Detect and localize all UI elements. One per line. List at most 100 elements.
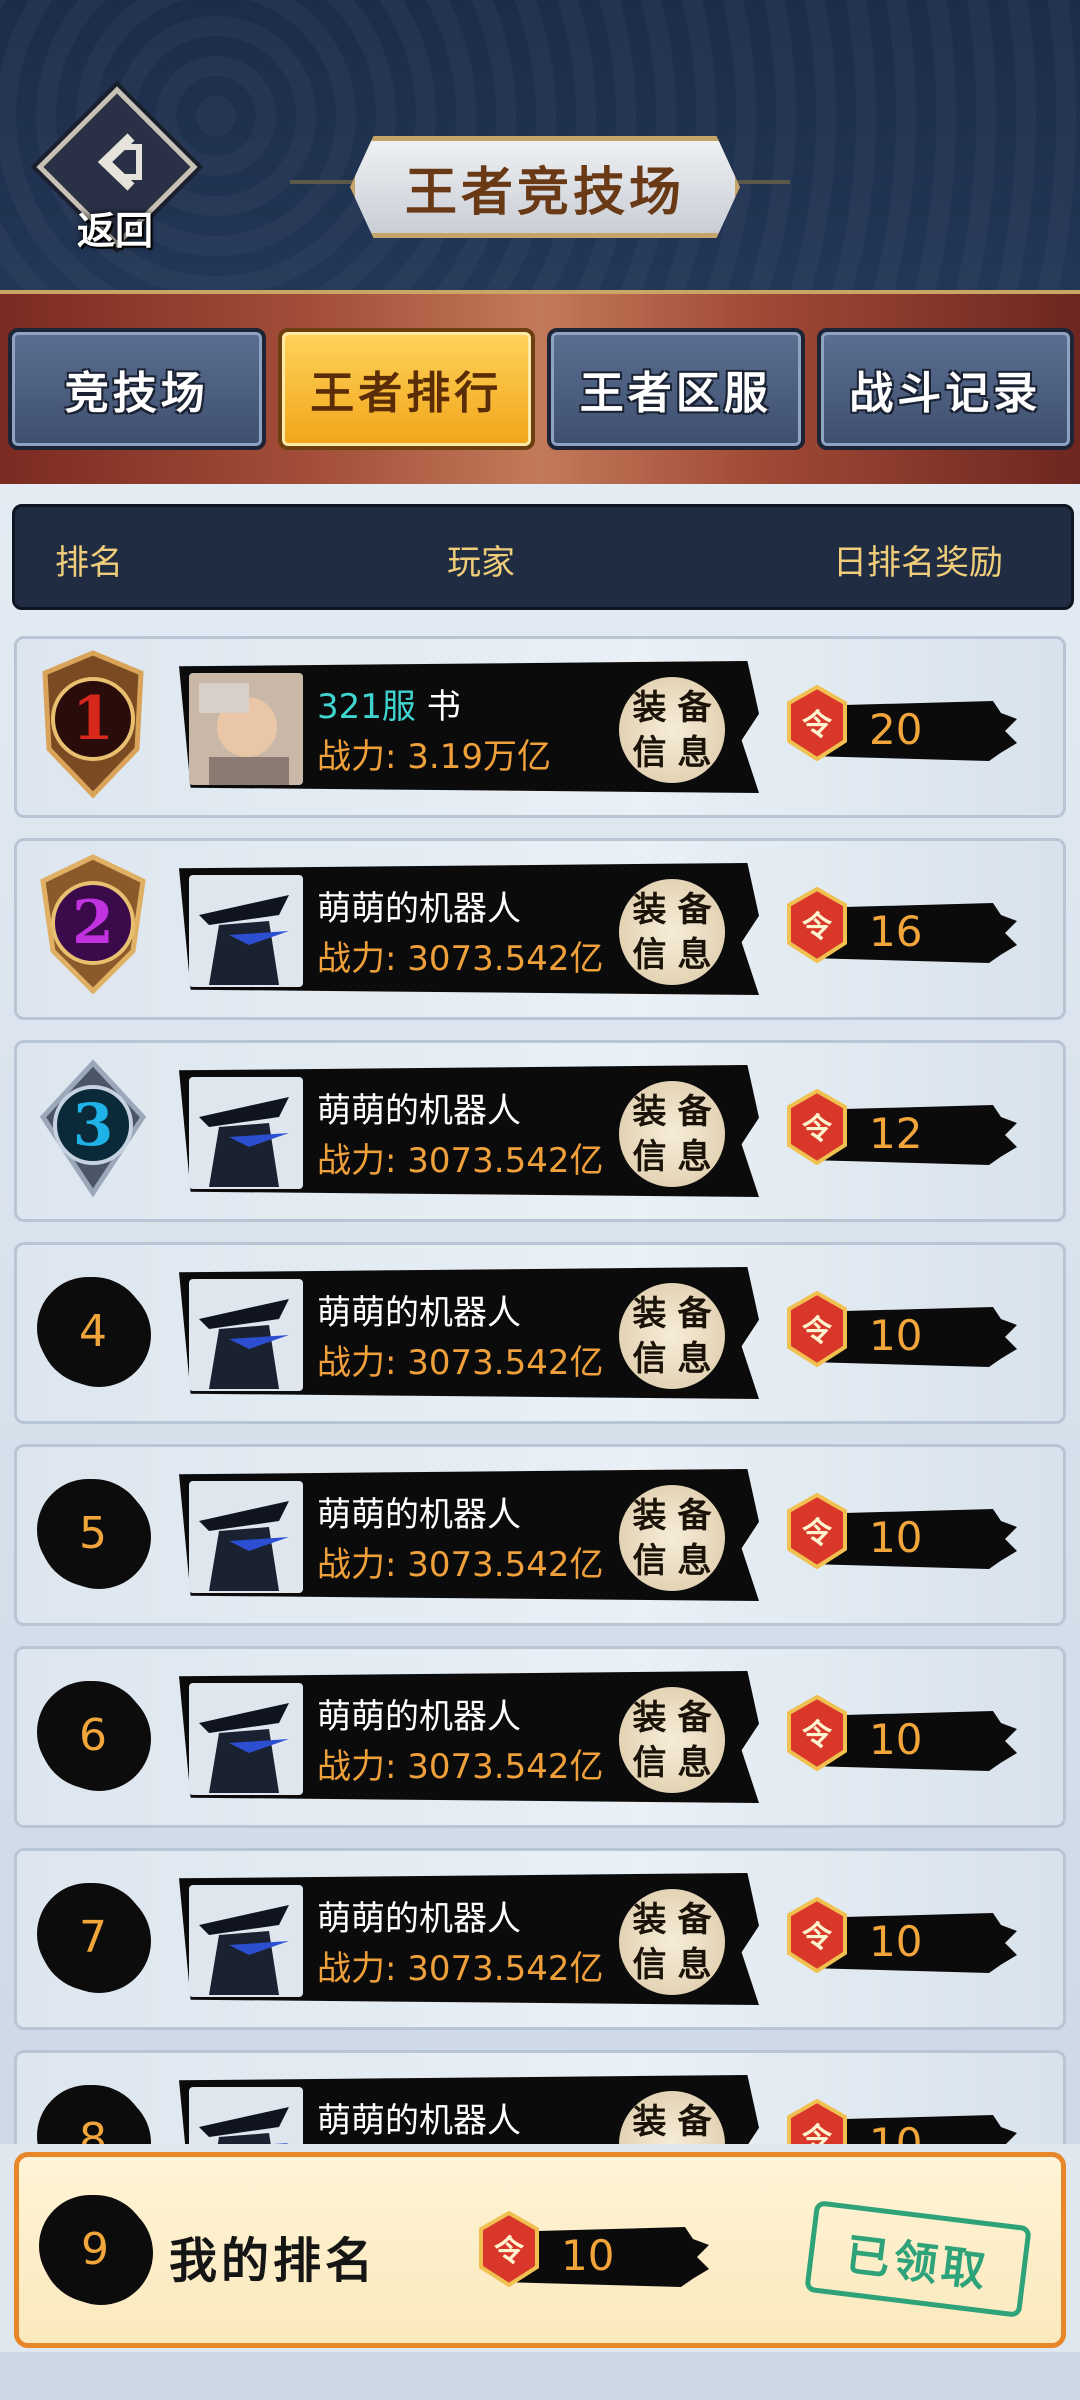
ranking-row[interactable]: 7 萌萌的机器人 战力: 3073.542亿 装备信息 令 10 — [14, 1848, 1066, 2030]
equip-char: 息 — [677, 732, 712, 773]
daily-reward: 令 20 — [777, 675, 1037, 785]
equip-char: 信 — [632, 732, 667, 773]
tab-battle-records[interactable]: 战斗记录 — [816, 328, 1074, 450]
equip-char: 备 — [677, 1697, 712, 1738]
equipment-info-button[interactable]: 装备信息 — [619, 1081, 725, 1187]
tab-king-ranking[interactable]: 王者排行 — [277, 328, 535, 450]
ranking-row[interactable]: 2 萌萌的机器人 战力: 3073.542亿 装备信息 令 16 — [14, 838, 1066, 1020]
avatar[interactable] — [189, 1481, 303, 1593]
player-nickname: 书 — [426, 687, 461, 727]
svg-text:令: 令 — [802, 708, 833, 743]
player-power: 战力: 3.19万亿 — [317, 737, 551, 777]
rank-number: 5 — [39, 1479, 147, 1587]
player-name: 321服 书 — [317, 679, 461, 728]
equip-char: 备 — [677, 1091, 712, 1132]
equip-char: 息 — [677, 1540, 712, 1581]
token-icon: 令 — [785, 1694, 849, 1773]
equip-char: 装 — [632, 2101, 667, 2142]
avatar[interactable] — [189, 1885, 303, 1997]
player-power: 战力: 3073.542亿 — [317, 1343, 604, 1383]
token-icon: 令 — [785, 2098, 849, 2144]
player-name: 萌萌的机器人 — [317, 1697, 521, 1737]
equip-char: 备 — [677, 889, 712, 930]
silver-medal-icon: 2 — [33, 851, 153, 1001]
column-reward: 日排名奖励 — [833, 543, 1003, 583]
player-name: 萌萌的机器人 — [317, 2101, 521, 2141]
player-power: 战力: 3073.542亿 — [317, 1747, 604, 1787]
daily-reward: 令 10 — [777, 1483, 1037, 1593]
rank-number: 8 — [39, 2085, 147, 2144]
ranking-row[interactable]: 1 321服 书 战力: 3.19万亿 装备信息 令 20 — [14, 636, 1066, 818]
equipment-info-button[interactable]: 装备信息 — [619, 1889, 725, 1995]
equip-char: 信 — [632, 1338, 667, 1379]
equipment-info-button[interactable]: 装备信息 — [619, 879, 725, 985]
player-power: 战力: 3073.542亿 — [317, 939, 604, 979]
avatar[interactable] — [189, 673, 303, 785]
equip-char: 信 — [632, 1742, 667, 1783]
avatar[interactable] — [189, 1077, 303, 1189]
ranking-row[interactable]: 5 萌萌的机器人 战力: 3073.542亿 装备信息 令 10 — [14, 1444, 1066, 1626]
back-button[interactable]: 返回 — [36, 86, 198, 254]
back-arrow-icon — [78, 122, 158, 202]
banner-left-line — [290, 180, 360, 184]
reward-amount: 20 — [869, 705, 923, 754]
svg-text:令: 令 — [802, 2122, 833, 2144]
player-power: 战力: 3073.542亿 — [317, 1545, 604, 1585]
ranking-row[interactable]: 4 萌萌的机器人 战力: 3073.542亿 装备信息 令 10 — [14, 1242, 1066, 1424]
equip-char: 装 — [632, 1697, 667, 1738]
reward-amount: 10 — [869, 1917, 923, 1966]
avatar[interactable] — [189, 1279, 303, 1391]
rank-number: 6 — [39, 1681, 147, 1789]
equip-char: 装 — [632, 687, 667, 728]
medal-rank-number: 2 — [72, 888, 114, 958]
avatar[interactable] — [189, 2087, 303, 2144]
equip-char: 备 — [677, 1899, 712, 1940]
column-player: 玩家 — [447, 543, 515, 583]
equipment-info-button[interactable]: 装备信息 — [619, 677, 725, 783]
reward-amount: 10 — [869, 2119, 923, 2144]
avatar[interactable] — [189, 875, 303, 987]
equipment-info-button[interactable]: 装备信息 — [619, 1485, 725, 1591]
equip-char: 息 — [677, 1338, 712, 1379]
player-name: 萌萌的机器人 — [317, 1495, 521, 1535]
equip-char: 备 — [677, 687, 712, 728]
ranking-row[interactable]: 8 萌萌的机器人 装备信息 令 10 — [14, 2050, 1066, 2144]
reward-amount: 10 — [869, 1513, 923, 1562]
gold-medal-icon: 1 — [33, 649, 153, 799]
reward-amount: 10 — [869, 1715, 923, 1764]
title-banner: 王者竞技场 — [290, 128, 790, 238]
back-label: 返回 — [76, 208, 153, 253]
my-daily-reward: 令 10 — [469, 2201, 729, 2311]
title-plate: 王者竞技场 — [350, 136, 740, 238]
equip-char: 装 — [632, 1293, 667, 1334]
equip-char: 备 — [677, 1293, 712, 1334]
tab-arena[interactable]: 竞技场 — [8, 328, 266, 450]
bottom-padding — [0, 2352, 1080, 2400]
ranking-row[interactable]: 3 萌萌的机器人 战力: 3073.542亿 装备信息 令 12 — [14, 1040, 1066, 1222]
claimed-stamp-button[interactable]: 已领取 — [804, 2200, 1032, 2318]
rank-number: 4 — [39, 1277, 147, 1385]
equipment-info-button[interactable]: 装备信息 — [619, 1687, 725, 1793]
token-icon: 令 — [785, 1088, 849, 1167]
equipment-info-button[interactable]: 装备信息 — [619, 1283, 725, 1389]
token-icon: 令 — [785, 1896, 849, 1975]
equip-char: 信 — [632, 934, 667, 975]
token-icon: 令 — [785, 886, 849, 965]
medal-rank-number: 1 — [72, 684, 114, 754]
svg-text:令: 令 — [802, 910, 833, 945]
player-name: 萌萌的机器人 — [317, 1293, 521, 1333]
equip-char: 备 — [677, 1495, 712, 1536]
ranking-list[interactable]: 排名 玩家 日排名奖励 1 321服 书 战力: 3.19万亿 装备信息 令 2… — [0, 484, 1080, 2144]
tab-king-servers[interactable]: 王者区服 — [547, 328, 805, 450]
equip-char: 息 — [677, 1742, 712, 1783]
reward-amount: 16 — [869, 907, 923, 956]
player-name: 萌萌的机器人 — [317, 889, 521, 929]
reward-amount: 10 — [561, 2231, 615, 2280]
equip-char: 息 — [677, 1136, 712, 1177]
token-icon: 令 — [477, 2210, 541, 2289]
svg-text:令: 令 — [494, 2234, 525, 2269]
token-icon: 令 — [785, 1290, 849, 1369]
ranking-row[interactable]: 6 萌萌的机器人 战力: 3073.542亿 装备信息 令 10 — [14, 1646, 1066, 1828]
avatar[interactable] — [189, 1683, 303, 1795]
tab-label: 竞技场 — [64, 368, 209, 419]
